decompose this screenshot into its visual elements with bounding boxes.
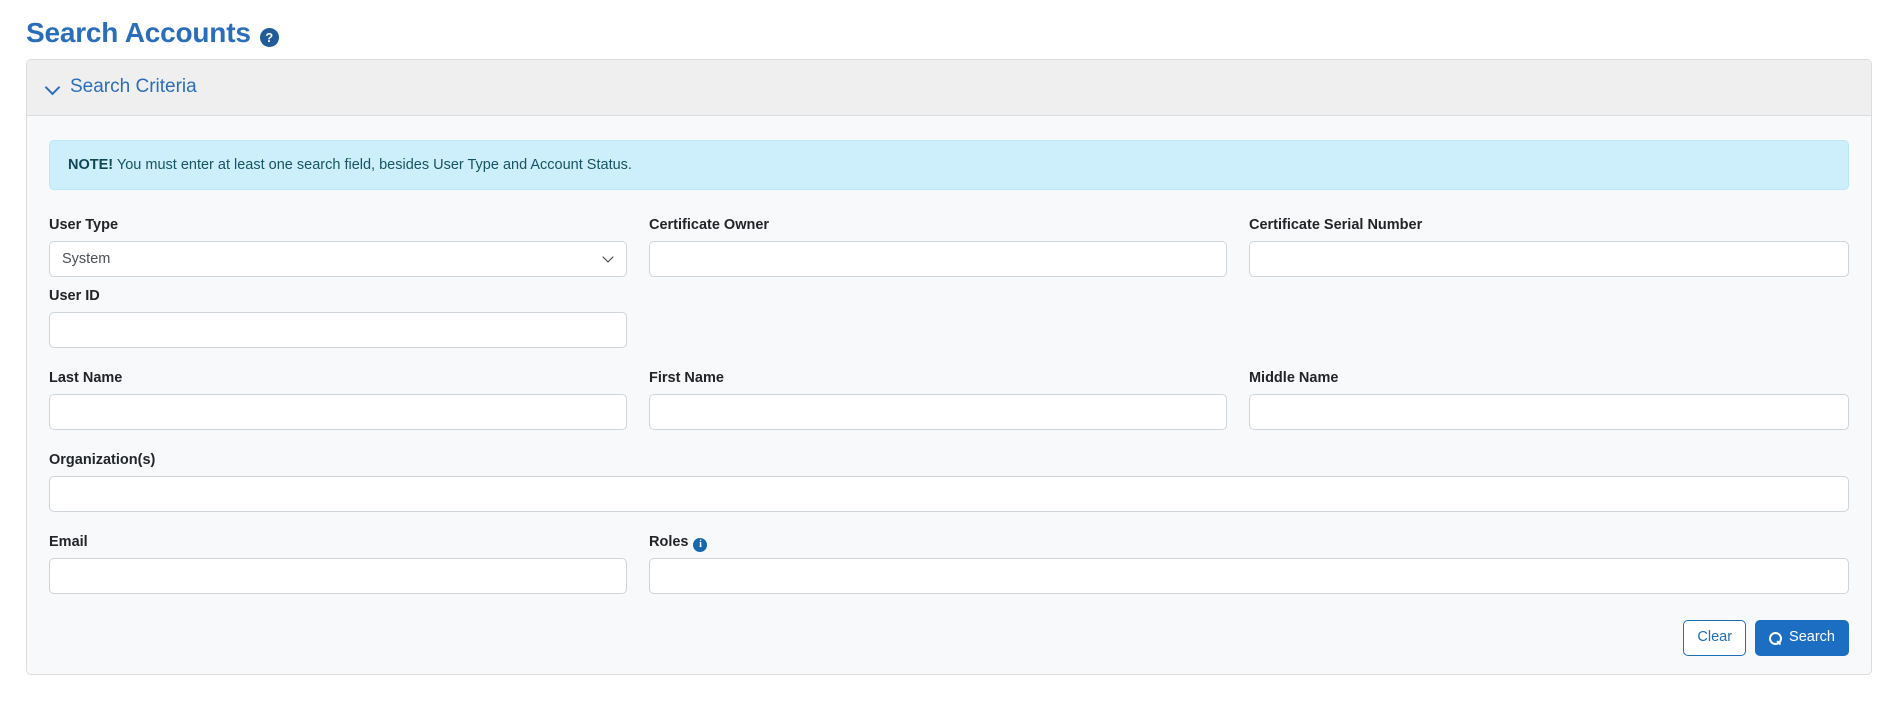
form-row-5: Email Roles i <box>49 533 1849 595</box>
user-type-select[interactable] <box>49 240 627 277</box>
field-last-name: Last Name <box>49 369 649 431</box>
search-accounts-page: Search Accounts ? Search Criteria NOTE! … <box>0 0 1898 716</box>
first-name-input[interactable] <box>648 394 1227 431</box>
field-organizations: Organization(s) <box>49 451 1849 513</box>
search-criteria-title: Search Criteria <box>70 76 197 98</box>
form-row-2: User ID <box>49 287 1849 349</box>
first-name-label: First Name <box>648 370 724 387</box>
user-id-label: User ID <box>49 287 100 304</box>
form-row-4: Organization(s) <box>49 451 1849 513</box>
search-button[interactable]: Search <box>1755 620 1849 656</box>
field-first-name: First Name <box>648 369 1249 431</box>
middle-name-input[interactable] <box>1248 394 1849 431</box>
certificate-serial-number-label: Certificate Serial Number <box>1248 216 1423 233</box>
certificate-serial-number-input[interactable] <box>1248 240 1849 277</box>
organizations-input[interactable] <box>49 476 1849 513</box>
form-row-2-spacer <box>649 287 1849 348</box>
roles-label-text: Roles <box>648 534 689 551</box>
form-row-1: User Type Certificate Owner Certificate … <box>49 216 1849 277</box>
magnifier-icon <box>1769 631 1783 645</box>
last-name-input[interactable] <box>49 394 627 431</box>
page-title: Search Accounts <box>26 17 251 48</box>
roles-input[interactable] <box>648 558 1849 595</box>
note-prefix: NOTE! <box>68 156 114 173</box>
clear-button[interactable]: Clear <box>1683 620 1747 656</box>
page-header: Search Accounts ? <box>26 0 1872 59</box>
form-actions: Clear Search <box>49 620 1849 656</box>
row-spacer <box>49 430 1849 451</box>
user-id-input[interactable] <box>49 312 627 349</box>
form-row-3: Last Name First Name Middle Name <box>49 369 1849 431</box>
row-spacer <box>49 277 1849 287</box>
search-criteria-card: Search Criteria NOTE! You must enter at … <box>26 58 1872 675</box>
field-email: Email <box>49 533 649 595</box>
user-type-select-wrapper <box>49 240 627 277</box>
field-user-type: User Type <box>49 216 649 277</box>
help-question-icon[interactable]: ? <box>259 27 279 47</box>
field-middle-name: Middle Name <box>1248 369 1849 431</box>
search-button-label: Search <box>1789 629 1835 646</box>
note-text: You must enter at least one search field… <box>113 156 632 173</box>
note-banner: NOTE! You must enter at least one search… <box>49 139 1849 190</box>
chevron-down-icon <box>45 79 61 95</box>
row-spacer <box>49 512 1849 533</box>
email-label: Email <box>49 534 88 551</box>
search-criteria-header-toggle[interactable]: Search Criteria <box>27 59 1871 116</box>
search-criteria-body: NOTE! You must enter at least one search… <box>27 115 1871 674</box>
field-user-id: User ID <box>49 287 649 349</box>
email-input[interactable] <box>49 558 627 595</box>
middle-name-label: Middle Name <box>1248 370 1339 387</box>
field-roles: Roles i <box>648 533 1849 595</box>
info-circle-icon[interactable]: i <box>693 538 708 553</box>
last-name-label: Last Name <box>49 370 123 387</box>
organizations-label: Organization(s) <box>49 452 156 469</box>
field-certificate-owner: Certificate Owner <box>648 216 1249 277</box>
certificate-owner-input[interactable] <box>648 240 1227 277</box>
roles-label: Roles i <box>648 533 1849 553</box>
certificate-owner-label: Certificate Owner <box>648 216 770 233</box>
user-type-label: User Type <box>49 216 119 233</box>
field-certificate-serial-number: Certificate Serial Number <box>1248 216 1849 277</box>
row-spacer <box>49 348 1849 369</box>
